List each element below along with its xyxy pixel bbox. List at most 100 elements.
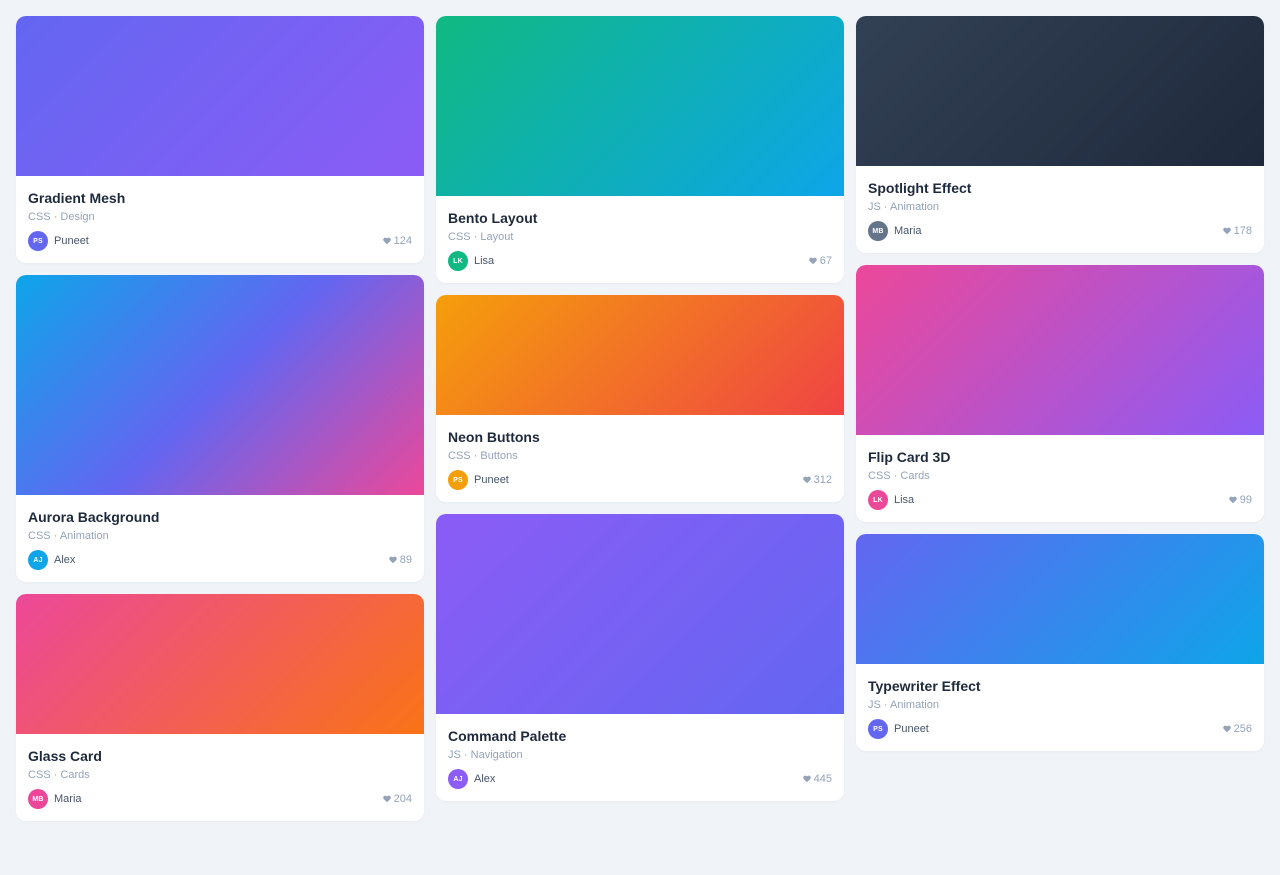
like-count-value: 99 (1239, 494, 1252, 506)
card-bento-layout[interactable]: Bento Layout CSS · Layout LK Lisa 67 (436, 16, 844, 283)
heart-icon (382, 795, 391, 803)
like-count[interactable]: 312 (802, 474, 832, 486)
card-thumbnail[interactable] (16, 16, 424, 176)
card-author[interactable]: PS Puneet (28, 231, 89, 251)
card-gradient-mesh[interactable]: Gradient Mesh CSS · Design PS Puneet 124 (16, 16, 424, 263)
card-language: CSS (28, 769, 51, 781)
tag-separator: · (883, 201, 888, 213)
author-name: Maria (894, 225, 922, 237)
like-count[interactable]: 204 (382, 793, 412, 805)
tag-separator: · (53, 211, 58, 223)
author-name: Puneet (54, 235, 89, 247)
heart-icon (802, 775, 811, 783)
grid-column-3: Spotlight Effect JS · Animation MB Maria… (856, 16, 1264, 751)
card-language: CSS (448, 450, 471, 462)
author-name: Alex (54, 554, 76, 566)
like-count[interactable]: 124 (382, 235, 412, 247)
card-tags: JS · Navigation (448, 749, 832, 762)
heart-icon (802, 476, 811, 484)
like-count-value: 124 (393, 235, 412, 247)
card-category: Navigation (470, 749, 523, 761)
card-grid: Gradient Mesh CSS · Design PS Puneet 124 (16, 16, 1264, 821)
card-title: Neon Buttons (448, 429, 540, 445)
tag-separator: · (473, 231, 478, 243)
card-flip-card-3d[interactable]: Flip Card 3D CSS · Cards LK Lisa 99 (856, 265, 1264, 522)
tag-separator: · (53, 530, 58, 542)
card-tags: JS · Animation (868, 201, 1252, 214)
card-thumbnail[interactable] (436, 514, 844, 714)
card-tags: CSS · Cards (28, 769, 412, 782)
card-typewriter-effect[interactable]: Typewriter Effect JS · Animation PS Pune… (856, 534, 1264, 751)
like-count[interactable]: 256 (1222, 723, 1252, 735)
like-count[interactable]: 178 (1222, 225, 1252, 237)
card-author[interactable]: PS Puneet (448, 470, 509, 490)
like-count-value: 204 (393, 793, 412, 805)
grid-column-2: Bento Layout CSS · Layout LK Lisa 67 Neo… (436, 16, 844, 801)
avatar: PS (28, 231, 48, 251)
author-name: Maria (54, 793, 82, 805)
card-category: Animation (890, 201, 939, 213)
heart-icon (1222, 725, 1231, 733)
like-count[interactable]: 67 (808, 255, 832, 267)
like-count-value: 67 (819, 255, 832, 267)
card-glass-card[interactable]: Glass Card CSS · Cards MB Maria 204 (16, 594, 424, 821)
heart-icon (382, 237, 391, 245)
card-language: CSS (448, 231, 471, 243)
card-title: Glass Card (28, 748, 102, 764)
card-thumbnail[interactable] (856, 534, 1264, 664)
tag-separator: · (463, 749, 468, 761)
card-category: Animation (890, 699, 939, 711)
card-category: Layout (480, 231, 514, 243)
card-command-palette[interactable]: Command Palette JS · Navigation AJ Alex … (436, 514, 844, 801)
card-author[interactable]: LK Lisa (868, 490, 914, 510)
like-count[interactable]: 89 (388, 554, 412, 566)
avatar: MB (28, 789, 48, 809)
card-title: Spotlight Effect (868, 180, 972, 196)
card-thumbnail[interactable] (436, 16, 844, 196)
tag-separator: · (53, 769, 58, 781)
card-title: Gradient Mesh (28, 190, 126, 206)
card-tags: CSS · Cards (868, 470, 1252, 483)
card-thumbnail[interactable] (856, 16, 1264, 166)
grid-column-1: Gradient Mesh CSS · Design PS Puneet 124 (16, 16, 424, 821)
card-author[interactable]: LK Lisa (448, 251, 494, 271)
author-name: Lisa (894, 494, 915, 506)
card-author[interactable]: MB Maria (868, 221, 922, 241)
like-count-value: 256 (1233, 723, 1252, 735)
avatar: PS (448, 470, 468, 490)
card-author[interactable]: PS Puneet (868, 719, 929, 739)
card-neon-buttons[interactable]: Neon Buttons CSS · Buttons PS Puneet 312 (436, 295, 844, 502)
card-author[interactable]: AJ Alex (448, 769, 495, 789)
card-author[interactable]: MB Maria (28, 789, 82, 809)
author-name: Alex (474, 773, 496, 785)
avatar: PS (868, 719, 888, 739)
card-spotlight-effect[interactable]: Spotlight Effect JS · Animation MB Maria… (856, 16, 1264, 253)
card-title: Command Palette (448, 728, 567, 744)
heart-icon (808, 257, 817, 265)
card-tags: CSS · Layout (448, 231, 832, 244)
like-count[interactable]: 445 (802, 773, 832, 785)
tag-separator: · (883, 699, 888, 711)
card-category: Cards (900, 470, 930, 482)
card-thumbnail[interactable] (436, 295, 844, 415)
card-thumbnail[interactable] (16, 594, 424, 734)
card-category: Buttons (480, 450, 518, 462)
card-aurora-background[interactable]: Aurora Background CSS · Animation AJ Ale… (16, 275, 424, 582)
avatar: AJ (28, 550, 48, 570)
card-thumbnail[interactable] (856, 265, 1264, 435)
author-name: Puneet (474, 474, 509, 486)
card-language: CSS (28, 530, 51, 542)
avatar: LK (868, 490, 888, 510)
like-count[interactable]: 99 (1228, 494, 1252, 506)
heart-icon (1228, 496, 1237, 504)
avatar: LK (448, 251, 468, 271)
avatar: MB (868, 221, 888, 241)
card-title: Flip Card 3D (868, 449, 951, 465)
card-title: Typewriter Effect (868, 678, 981, 694)
author-name: Lisa (474, 255, 495, 267)
card-language: CSS (28, 211, 51, 223)
card-author[interactable]: AJ Alex (28, 550, 75, 570)
card-tags: JS · Animation (868, 699, 1252, 712)
author-name: Puneet (894, 723, 929, 735)
card-thumbnail[interactable] (16, 275, 424, 495)
